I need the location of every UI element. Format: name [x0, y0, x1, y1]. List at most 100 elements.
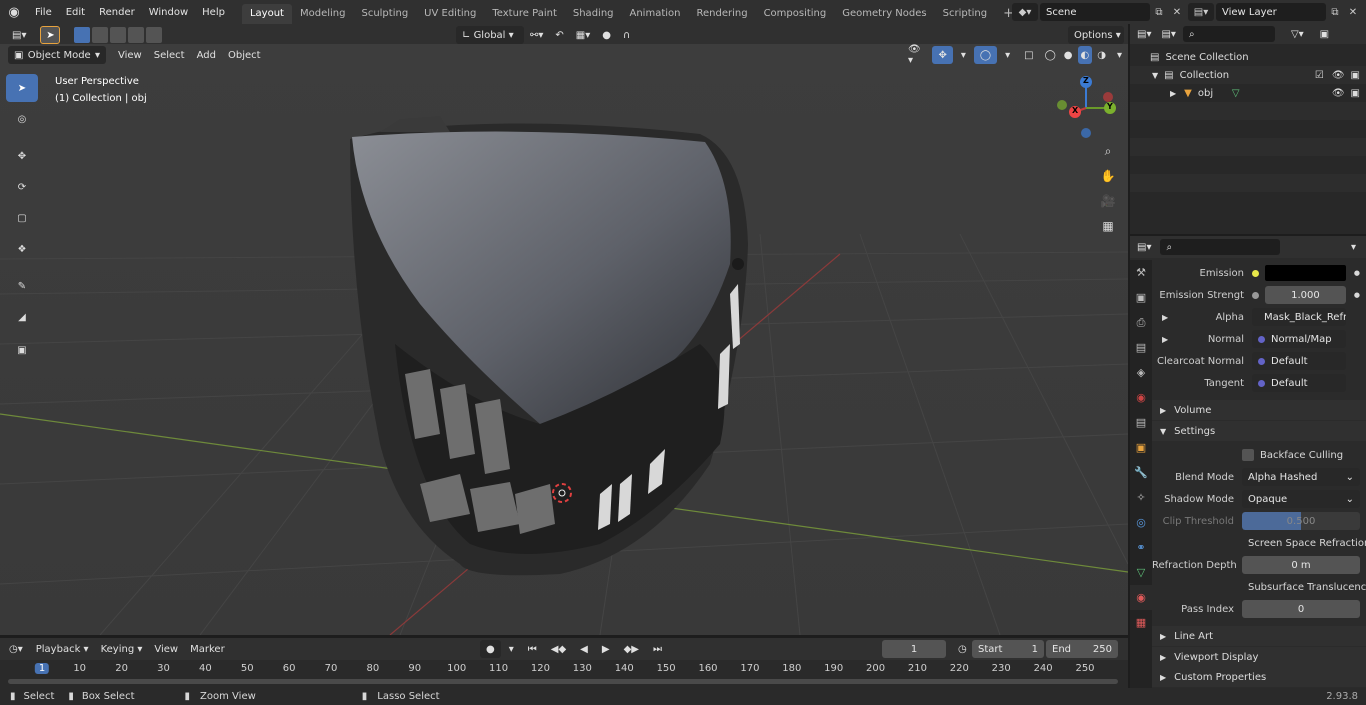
- current-frame-field[interactable]: 1: [882, 640, 946, 658]
- exclude-checkbox-icon[interactable]: ☑: [1315, 70, 1324, 81]
- menu-edit[interactable]: Edit: [59, 7, 92, 18]
- clip-threshold-slider[interactable]: 0.500: [1242, 512, 1360, 530]
- snap-target-icon[interactable]: ▦▾: [570, 26, 596, 44]
- tab-sculpting[interactable]: Sculpting: [353, 4, 416, 24]
- visibility-icon[interactable]: 👁▾: [902, 44, 930, 66]
- texture-tab-icon[interactable]: ▦: [1130, 610, 1152, 635]
- measure-tool-icon[interactable]: ◢: [6, 303, 38, 331]
- delete-view-layer-icon[interactable]: ✕: [1344, 3, 1362, 21]
- snap-toggle-icon[interactable]: ↶: [549, 26, 569, 44]
- menu-window[interactable]: Window: [142, 7, 195, 18]
- screen-space-refraction-row[interactable]: Screen Space Refraction: [1152, 532, 1366, 554]
- frame-ruler[interactable]: 1 10 20 30 40 50 60 70 80 90 100 110 120 130 140 150 160…: [0, 662, 1128, 678]
- blend-mode-dropdown[interactable]: Alpha Hashed ⌄: [1242, 468, 1360, 486]
- material-tab-icon[interactable]: ◉: [1130, 585, 1152, 610]
- tab-shading[interactable]: Shading: [565, 4, 622, 24]
- emission-keyframe-icon[interactable]: ●: [1354, 269, 1360, 277]
- rotate-tool-icon[interactable]: ⟳: [6, 173, 38, 201]
- tab-compositing[interactable]: Compositing: [756, 4, 835, 24]
- keying-set-icon[interactable]: ▾: [503, 640, 520, 658]
- start-frame-field[interactable]: Start 1: [972, 640, 1044, 658]
- properties-options-icon[interactable]: ▾: [1345, 238, 1362, 256]
- outliner-row-scene-collection[interactable]: ▤ Scene Collection: [1130, 48, 1366, 66]
- tab-geometry-nodes[interactable]: Geometry Nodes: [834, 4, 934, 24]
- xray-toggle-icon[interactable]: □: [1018, 46, 1039, 64]
- jump-start-icon[interactable]: ⏮: [522, 640, 543, 658]
- play-reverse-icon[interactable]: ◀: [574, 640, 594, 658]
- object-visibility-eye-icon[interactable]: 👁: [1332, 88, 1345, 99]
- collection-tab-icon[interactable]: ▤: [1130, 410, 1152, 435]
- menu-render[interactable]: Render: [92, 7, 142, 18]
- cursor-tool-icon[interactable]: ◎: [6, 105, 38, 133]
- render-tab-icon[interactable]: ▣: [1130, 285, 1152, 310]
- alpha-expand-icon[interactable]: ▶: [1162, 313, 1168, 322]
- tangent-field[interactable]: Default: [1252, 374, 1346, 392]
- add-cube-tool-icon[interactable]: ▣: [6, 336, 38, 364]
- camera-view-icon[interactable]: 🎥: [1097, 190, 1119, 212]
- filter-icon[interactable]: ▽▾: [1285, 25, 1310, 43]
- backface-culling-checkbox[interactable]: [1242, 449, 1254, 461]
- select-mode-invert-icon[interactable]: [128, 27, 145, 43]
- delete-scene-icon[interactable]: ✕: [1168, 3, 1186, 21]
- play-icon[interactable]: ▶: [596, 640, 616, 658]
- shading-dropdown-icon[interactable]: ▾: [1111, 46, 1128, 64]
- tab-uv-editing[interactable]: UV Editing: [416, 4, 484, 24]
- timeline-editor-type-icon[interactable]: ◷▾: [6, 640, 26, 658]
- view-layer-tab-icon[interactable]: ▤: [1130, 335, 1152, 360]
- perspective-toggle-icon[interactable]: ▦: [1097, 215, 1119, 237]
- add-menu[interactable]: Add: [191, 46, 222, 64]
- annotate-tool-icon[interactable]: ✎: [6, 272, 38, 300]
- data-tab-icon[interactable]: ▽: [1130, 560, 1152, 585]
- gizmo-toggle-icon[interactable]: ✥: [932, 46, 953, 64]
- blender-logo-icon[interactable]: ◉: [0, 0, 28, 24]
- jump-end-icon[interactable]: ⏭: [647, 640, 668, 658]
- properties-editor-type-icon[interactable]: ▤▾: [1134, 238, 1154, 256]
- tab-modeling[interactable]: Modeling: [292, 4, 354, 24]
- tool-tab-icon[interactable]: ⚒: [1130, 260, 1152, 285]
- visibility-eye-icon[interactable]: 👁: [1332, 70, 1345, 81]
- proportional-falloff-icon[interactable]: ∩: [617, 26, 636, 44]
- outliner-row-collection[interactable]: ▼ ▤ Collection ☑ 👁 ▣: [1130, 66, 1366, 84]
- emission-strength-field[interactable]: 1.000: [1265, 286, 1346, 304]
- overlay-dropdown-icon[interactable]: ▾: [999, 46, 1016, 64]
- emission-strength-socket-icon[interactable]: [1252, 291, 1259, 299]
- playback-menu[interactable]: Playback ▾: [30, 640, 95, 658]
- backface-culling-row[interactable]: Backface Culling: [1152, 444, 1366, 466]
- world-tab-icon[interactable]: ◉: [1130, 385, 1152, 410]
- auto-keying-icon[interactable]: ◷: [952, 640, 973, 658]
- clearcoat-normal-field[interactable]: Default: [1252, 352, 1346, 370]
- marker-menu[interactable]: Marker: [184, 640, 231, 658]
- particles-tab-icon[interactable]: ✧: [1130, 485, 1152, 510]
- select-box-tool-icon[interactable]: ➤: [6, 74, 38, 102]
- pass-index-field[interactable]: 0: [1242, 600, 1360, 618]
- jump-keyframe-back-icon[interactable]: ◀◆: [545, 640, 572, 658]
- line-art-panel-header[interactable]: ▶ Line Art: [1152, 626, 1366, 646]
- move-tool-icon[interactable]: ✥: [6, 142, 38, 170]
- new-view-layer-icon[interactable]: ⧉: [1326, 3, 1344, 21]
- select-mode-subtract-icon[interactable]: [110, 27, 127, 43]
- properties-search-input[interactable]: ⌕: [1160, 239, 1281, 255]
- object-mode-dropdown[interactable]: ▣ Object Mode ▾: [8, 46, 106, 64]
- object-menu[interactable]: Object: [222, 46, 267, 64]
- shading-solid-icon[interactable]: ●: [1061, 46, 1076, 64]
- emission-socket-icon[interactable]: [1252, 269, 1259, 277]
- object-tab-icon[interactable]: ▣: [1130, 435, 1152, 460]
- display-mode-icon[interactable]: ▤▾: [1158, 25, 1178, 43]
- pan-hand-icon[interactable]: ✋: [1097, 165, 1119, 187]
- tab-animation[interactable]: Animation: [622, 4, 689, 24]
- scale-tool-icon[interactable]: ▢: [6, 204, 38, 232]
- select-menu[interactable]: Select: [148, 46, 191, 64]
- settings-panel-header[interactable]: ▼ Settings: [1152, 421, 1366, 441]
- volume-panel-header[interactable]: ▶ Volume: [1152, 400, 1366, 420]
- expand-arrow-icon[interactable]: ▶: [1170, 89, 1176, 98]
- shading-rendered-icon[interactable]: ◑: [1094, 46, 1109, 64]
- normal-expand-icon[interactable]: ▶: [1162, 335, 1168, 344]
- scene-selector-icon[interactable]: ◆▾: [1012, 3, 1038, 21]
- normal-link-field[interactable]: Normal/Map: [1252, 330, 1346, 348]
- navigation-gizmo[interactable]: Z Y X: [1050, 72, 1120, 142]
- refraction-depth-field[interactable]: 0 m: [1242, 556, 1360, 574]
- emission-strength-keyframe-icon[interactable]: ●: [1354, 291, 1360, 299]
- timeline-view-menu[interactable]: View: [148, 640, 184, 658]
- physics-tab-icon[interactable]: ◎: [1130, 510, 1152, 535]
- shading-material-icon[interactable]: ◐: [1077, 46, 1093, 64]
